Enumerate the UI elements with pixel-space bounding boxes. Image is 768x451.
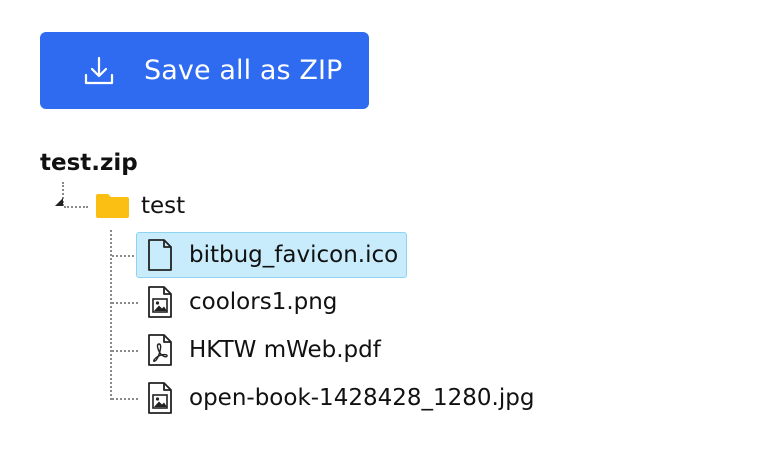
- file-name: open-book-1428428_1280.jpg: [189, 385, 535, 411]
- image-file-icon: [148, 382, 172, 414]
- save-all-zip-button[interactable]: Save all as ZIP: [40, 32, 369, 109]
- folder-name: test: [141, 193, 186, 219]
- image-file-icon: [148, 286, 172, 318]
- tree-connector: [112, 398, 138, 400]
- tree-connector: [112, 302, 138, 304]
- file-name: bitbug_favicon.ico: [189, 242, 399, 268]
- file-name: HKTW mWeb.pdf: [189, 337, 381, 363]
- tree-connector: [64, 206, 88, 208]
- pdf-file-icon: [148, 334, 172, 366]
- generic-file-icon: [148, 239, 172, 271]
- save-all-zip-label: Save all as ZIP: [144, 55, 343, 86]
- folder-icon: [96, 194, 129, 218]
- archive-name: test.zip: [40, 150, 138, 176]
- file-row-hktw-mweb-pdf[interactable]: HKTW mWeb.pdf: [136, 327, 390, 373]
- tree-toggle-icon[interactable]: [55, 198, 63, 206]
- zip-viewer: Save all as ZIP test.zip test bitbug_fav…: [0, 0, 768, 451]
- tree-connector: [112, 255, 138, 257]
- file-row-bitbug-favicon[interactable]: bitbug_favicon.ico: [136, 232, 408, 278]
- file-row-open-book[interactable]: open-book-1428428_1280.jpg: [136, 375, 543, 421]
- file-row-coolors1[interactable]: coolors1.png: [136, 279, 346, 325]
- tree-connector: [112, 350, 138, 352]
- download-icon: [82, 54, 116, 88]
- folder-row[interactable]: test: [96, 190, 185, 222]
- file-name: coolors1.png: [189, 289, 338, 315]
